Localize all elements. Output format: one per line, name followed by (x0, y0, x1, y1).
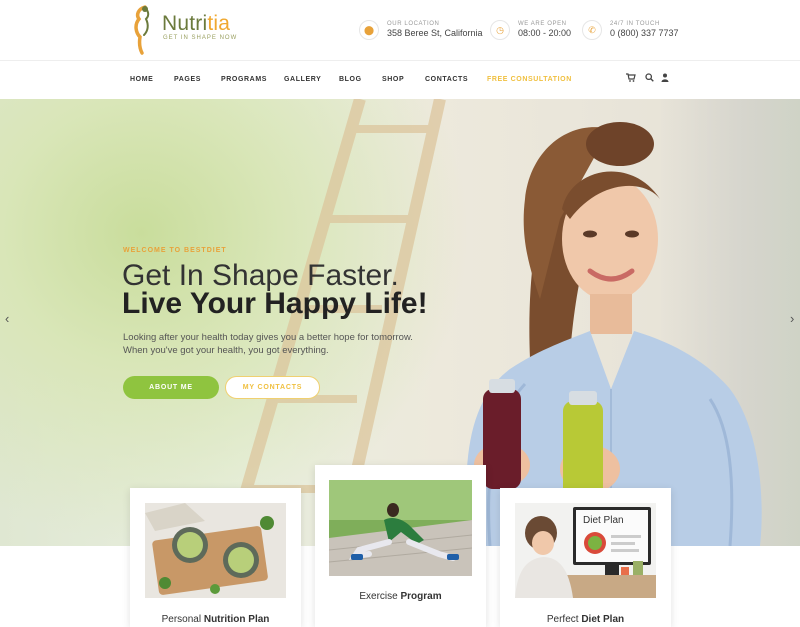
phone-info: ✆ 24/7 IN TOUCH 0 (800) 337 7737 (582, 19, 682, 45)
nav-shop[interactable]: SHOP (382, 76, 404, 83)
location-info: ⬤ OUR LOCATION 358 Beree St, California (359, 19, 489, 45)
nav-pages[interactable]: PAGES (174, 76, 201, 83)
diet-plan-title: Perfect Diet Plan (546, 614, 625, 625)
page: Nutritia GET IN SHAPE NOW ⬤ OUR LOCATION… (0, 0, 800, 627)
logo-name: Nutritia (162, 12, 231, 35)
nav-free-consultation[interactable]: FREE CONSULTATION (487, 76, 572, 83)
location-pin-icon: ⬤ (359, 20, 379, 40)
nav-gallery[interactable]: GALLERY (284, 76, 321, 83)
nutrition-plan-image (145, 503, 286, 598)
exercise-program-title: Exercise Program (359, 591, 442, 602)
nav-programs[interactable]: PROGRAMS (221, 76, 267, 83)
my-contacts-button[interactable]: MY CONTACTS (225, 376, 320, 399)
diet-plan-screen-text: Diet Plan (583, 515, 624, 526)
diet-plan-card[interactable]: Diet Plan Perfect Diet Plan (500, 488, 671, 627)
about-me-button[interactable]: ABOUT ME (123, 376, 219, 399)
hours-label: WE ARE OPEN (518, 21, 567, 27)
logo[interactable]: Nutritia GET IN SHAPE NOW (128, 3, 268, 55)
location-value: 358 Beree St, California (387, 28, 483, 38)
diet-plan-image: Diet Plan (515, 503, 656, 598)
nav-home[interactable]: HOME (130, 76, 153, 83)
nutrition-plan-title: Personal Nutrition Plan (161, 614, 270, 625)
user-icon[interactable] (659, 73, 671, 85)
nav-contacts[interactable]: CONTACTS (425, 76, 468, 83)
phone-label: 24/7 IN TOUCH (610, 21, 660, 27)
hours-value: 08:00 - 20:00 (518, 28, 572, 38)
slider-next-arrow-icon[interactable]: › (790, 311, 794, 326)
logo-figure-icon (134, 5, 150, 55)
main-nav: HOME PAGES PROGRAMS GALLERY BLOG SHOP CO… (0, 60, 800, 99)
phone-value[interactable]: 0 (800) 337 7737 (610, 28, 679, 38)
exercise-program-image (329, 480, 472, 576)
top-bar: Nutritia GET IN SHAPE NOW ⬤ OUR LOCATION… (0, 0, 800, 60)
cart-icon[interactable] (625, 73, 637, 85)
hours-info: ◷ WE ARE OPEN 08:00 - 20:00 (490, 19, 575, 45)
location-label: OUR LOCATION (387, 21, 440, 27)
nav-blog[interactable]: BLOG (339, 76, 362, 83)
hero-headline-line2: Live Your Happy Life! (122, 287, 428, 320)
hero-kicker: WELCOME TO BESTDIET (123, 247, 227, 254)
search-icon[interactable] (643, 73, 655, 85)
hero-text-line1: Looking after your health today gives yo… (123, 332, 413, 343)
phone-icon: ✆ (582, 20, 602, 40)
hero-text-line2: When you've got your health, you got eve… (123, 345, 329, 356)
logo-tagline: GET IN SHAPE NOW (163, 35, 238, 41)
clock-icon: ◷ (490, 20, 510, 40)
exercise-program-card[interactable]: Exercise Program (315, 465, 486, 627)
slider-prev-arrow-icon[interactable]: ‹ (5, 311, 9, 326)
nutrition-plan-card[interactable]: Personal Nutrition Plan (130, 488, 301, 627)
